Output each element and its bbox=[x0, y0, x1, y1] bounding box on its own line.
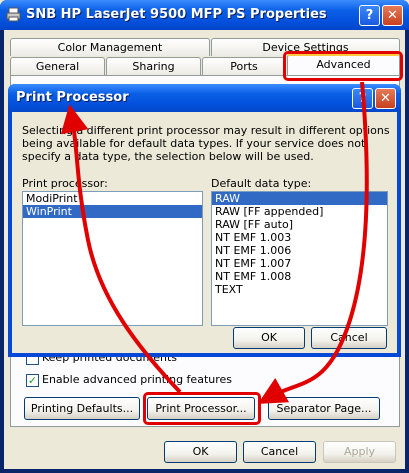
arrow-button-to-dialog bbox=[60, 104, 182, 394]
arrow-tab-to-button bbox=[257, 81, 369, 404]
annotation-arrows bbox=[60, 81, 369, 404]
